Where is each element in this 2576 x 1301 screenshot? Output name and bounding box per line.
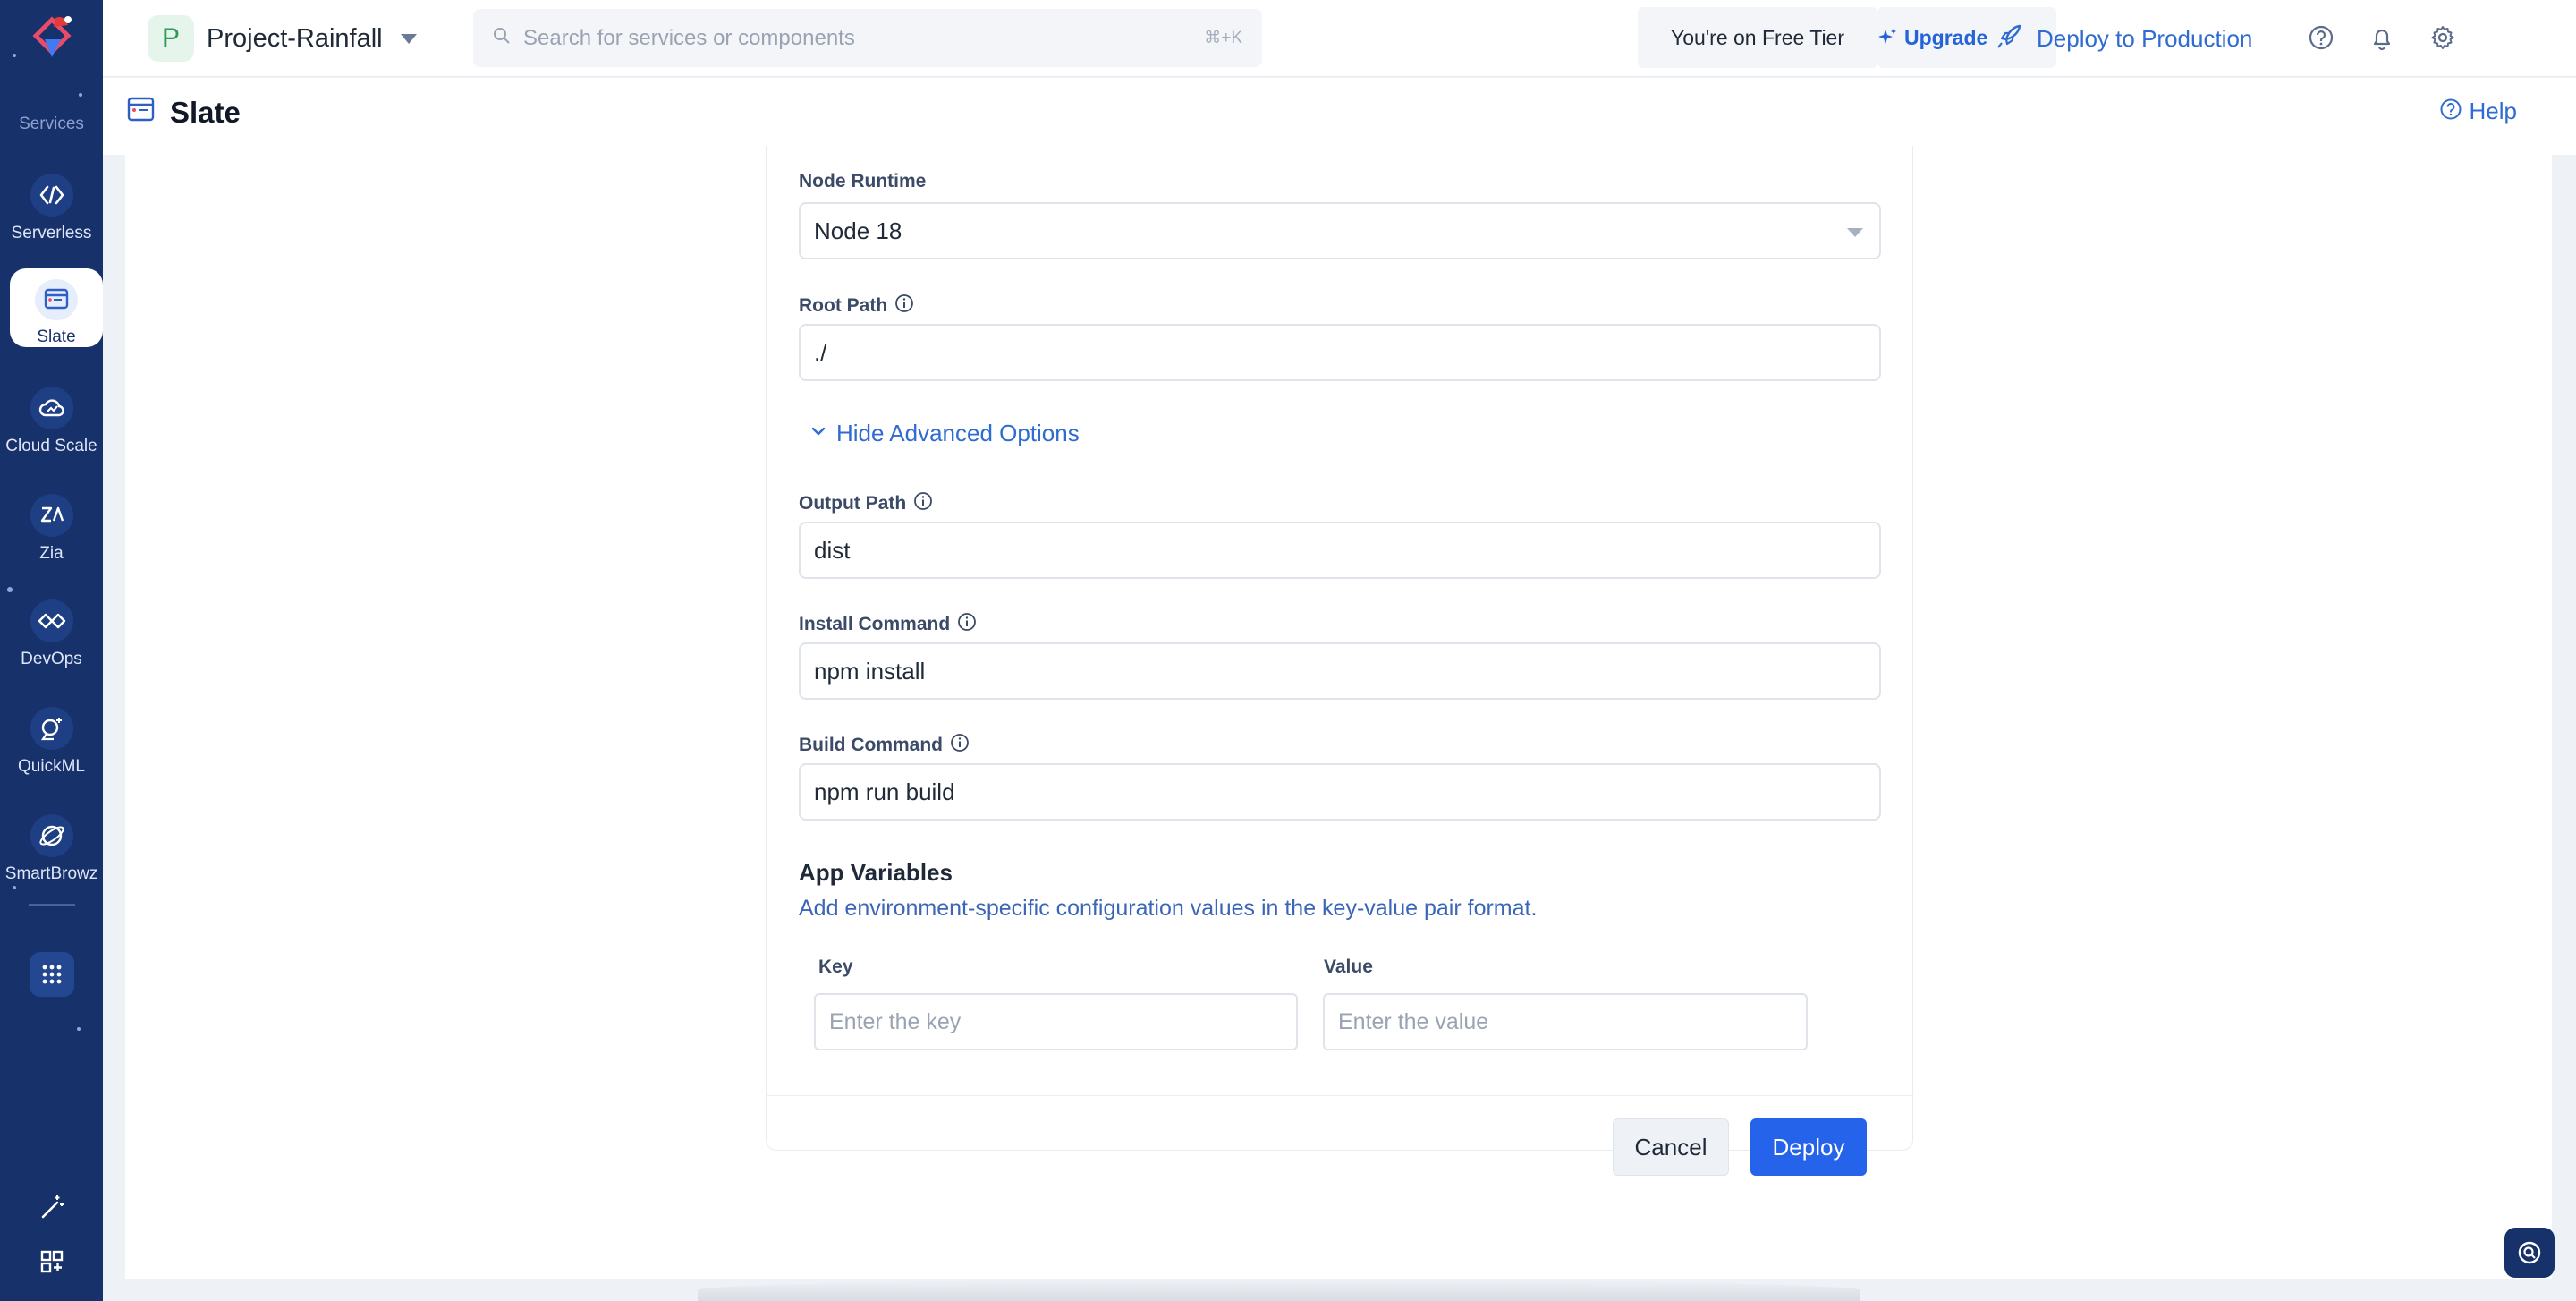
output-path-label: Output Path bbox=[799, 491, 933, 516]
help-label: Help bbox=[2469, 98, 2517, 124]
value-column-label: Value bbox=[1324, 957, 1373, 977]
variable-value-input[interactable] bbox=[1323, 993, 1808, 1050]
scroll-shadow bbox=[698, 1280, 1860, 1301]
hide-advanced-options-toggle[interactable]: Hide Advanced Options bbox=[809, 420, 1080, 447]
root-path-label-text: Root Path bbox=[799, 295, 888, 316]
cancel-button[interactable]: Cancel bbox=[1613, 1118, 1729, 1176]
hide-advanced-options-label: Hide Advanced Options bbox=[836, 420, 1080, 446]
slate-icon bbox=[125, 94, 157, 131]
output-path-value: dist bbox=[814, 536, 851, 564]
node-runtime-value: Node 18 bbox=[814, 217, 902, 244]
sparkle-icon bbox=[1878, 29, 1896, 44]
deploy-to-production-label: Deploy to Production bbox=[2037, 24, 2253, 52]
cloud-scale-icon bbox=[30, 387, 73, 429]
root-path-value: ./ bbox=[814, 338, 827, 366]
rail-item-cloud-scale[interactable]: Cloud Scale bbox=[0, 376, 103, 474]
upgrade-label: Upgrade bbox=[1904, 25, 1988, 49]
magic-wand-icon[interactable] bbox=[32, 1186, 72, 1226]
chevron-down-icon bbox=[400, 33, 417, 44]
rocket-icon bbox=[1996, 23, 2022, 55]
smartbrowz-icon bbox=[30, 814, 73, 857]
key-column-label: Key bbox=[818, 957, 853, 977]
rail-divider bbox=[29, 904, 75, 906]
project-name: Project-Rainfall bbox=[207, 23, 383, 53]
quickml-icon bbox=[30, 707, 73, 750]
install-command-value: npm install bbox=[814, 657, 926, 685]
rail-item-label: SmartBrowz bbox=[4, 864, 98, 883]
install-command-label: Install Command bbox=[799, 612, 977, 637]
variable-key-input[interactable] bbox=[814, 993, 1298, 1050]
info-icon[interactable] bbox=[957, 612, 977, 637]
help-circle-icon[interactable] bbox=[2303, 20, 2339, 55]
main-content: Node Runtime Node 18 Root Path ./ Hide A… bbox=[125, 146, 2552, 1279]
output-path-label-text: Output Path bbox=[799, 493, 907, 514]
page-title-text: Slate bbox=[170, 95, 241, 129]
add-widget-icon[interactable] bbox=[32, 1242, 72, 1281]
install-command-label-text: Install Command bbox=[799, 614, 951, 634]
slate-icon bbox=[35, 279, 78, 320]
rail-item-quickml[interactable]: QuickML bbox=[0, 696, 103, 795]
chevron-down-icon bbox=[1847, 228, 1863, 237]
app-variables-description: Add environment-specific configuration v… bbox=[799, 896, 1538, 921]
rail-item-slate[interactable]: Slate bbox=[10, 268, 103, 347]
catalyst-logo-icon[interactable] bbox=[25, 13, 79, 66]
deploy-form-card: Node Runtime Node 18 Root Path ./ Hide A… bbox=[766, 146, 1914, 1176]
global-search[interactable]: Search for services or components ⌘+K bbox=[473, 9, 1262, 67]
search-icon bbox=[493, 27, 511, 49]
info-icon[interactable] bbox=[950, 733, 970, 758]
zia-icon bbox=[30, 494, 73, 537]
rail-item-label: Zia bbox=[39, 544, 64, 563]
rail-item-zia[interactable]: Zia bbox=[0, 483, 103, 582]
rail-item-label: Slate bbox=[37, 327, 76, 346]
rail-item-devops[interactable]: DevOps bbox=[0, 589, 103, 687]
search-shortcut: ⌘+K bbox=[1204, 29, 1242, 47]
gear-icon[interactable] bbox=[2425, 20, 2461, 55]
rail-item-serverless[interactable]: Serverless bbox=[0, 163, 103, 261]
build-command-value: npm run build bbox=[814, 778, 955, 805]
help-circle-icon bbox=[2439, 98, 2462, 125]
info-icon[interactable] bbox=[894, 293, 914, 319]
search-placeholder: Search for services or components bbox=[523, 25, 855, 50]
project-avatar: P bbox=[148, 15, 194, 62]
help-link[interactable]: Help bbox=[2439, 98, 2517, 125]
services-section-label: Services bbox=[19, 115, 84, 133]
info-icon[interactable] bbox=[913, 491, 933, 516]
bell-icon[interactable] bbox=[2364, 20, 2400, 55]
left-rail: Services Serverless Slate Cloud Scale Zi… bbox=[0, 0, 103, 1301]
page-title-bar: Slate Help bbox=[103, 78, 2576, 155]
node-runtime-label-text: Node Runtime bbox=[799, 171, 927, 191]
deploy-to-production-button[interactable]: Deploy to Production bbox=[1996, 16, 2252, 61]
chat-search-icon[interactable] bbox=[2504, 1228, 2555, 1278]
rail-item-label: QuickML bbox=[18, 757, 85, 776]
rail-item-label: Serverless bbox=[11, 224, 92, 242]
install-command-input[interactable]: npm install bbox=[799, 642, 1881, 700]
upgrade-link[interactable]: Upgrade bbox=[1877, 26, 1987, 50]
card-footer-divider bbox=[767, 1095, 1914, 1096]
project-switcher[interactable]: P Project-Rainfall bbox=[148, 14, 417, 63]
devops-icon bbox=[30, 599, 73, 642]
node-runtime-label: Node Runtime bbox=[799, 171, 926, 192]
rail-item-label: DevOps bbox=[21, 650, 82, 668]
apps-grid-icon[interactable] bbox=[30, 952, 74, 997]
build-command-label-text: Build Command bbox=[799, 735, 943, 755]
root-path-input[interactable]: ./ bbox=[799, 324, 1881, 381]
node-runtime-select[interactable]: Node 18 bbox=[799, 202, 1881, 259]
build-command-input[interactable]: npm run build bbox=[799, 763, 1881, 821]
deploy-button[interactable]: Deploy bbox=[1750, 1118, 1867, 1176]
build-command-label: Build Command bbox=[799, 733, 970, 758]
page-title: Slate bbox=[125, 94, 241, 131]
tier-banner: You're on Free Tier bbox=[1638, 7, 1877, 68]
serverless-icon bbox=[30, 174, 73, 217]
tier-text: You're on Free Tier bbox=[1670, 25, 1845, 49]
rail-item-smartbrowz[interactable]: SmartBrowz bbox=[0, 804, 103, 902]
output-path-input[interactable]: dist bbox=[799, 522, 1881, 579]
app-variables-title: App Variables bbox=[799, 859, 953, 886]
top-bar: P Project-Rainfall Search for services o… bbox=[103, 0, 2576, 77]
rail-item-label: Cloud Scale bbox=[5, 437, 97, 455]
chevron-down-icon bbox=[809, 422, 827, 445]
root-path-label: Root Path bbox=[799, 293, 914, 319]
